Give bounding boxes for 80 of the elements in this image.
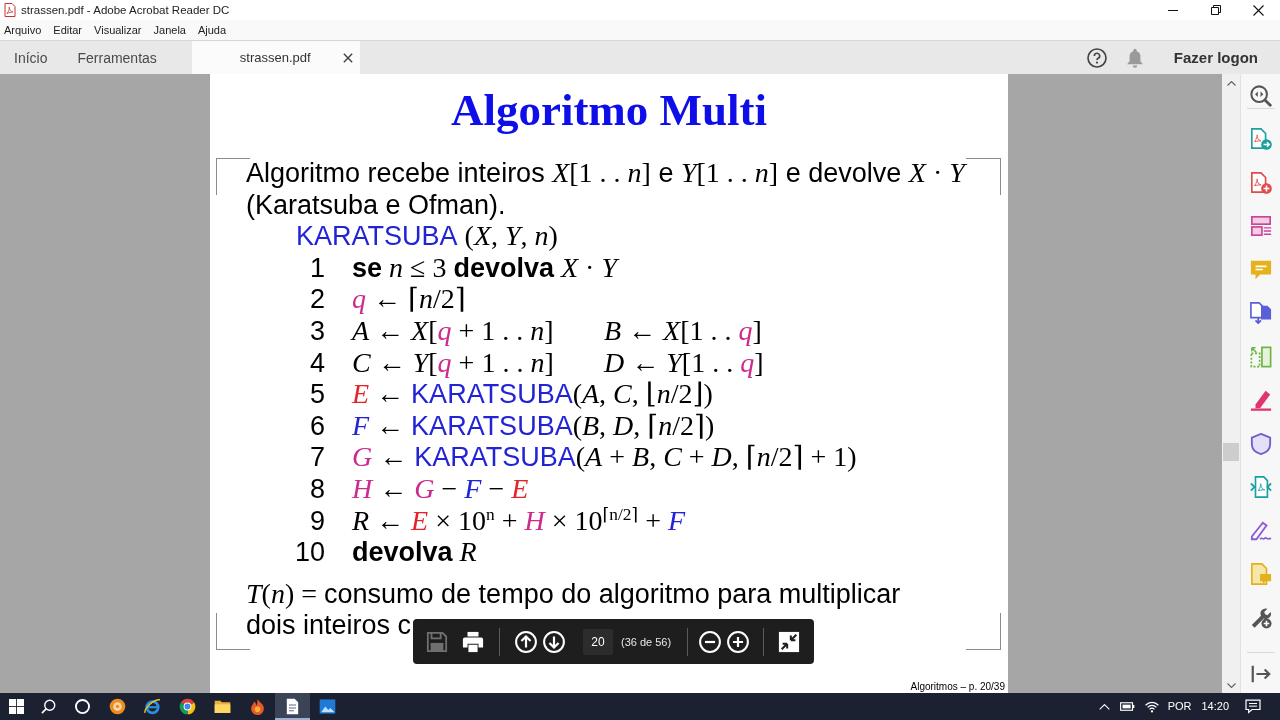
text-line: T(n) = consumo de tempo do algoritmo para multiplicar	[246, 578, 901, 611]
page-number-field[interactable]: 20	[583, 628, 613, 655]
document-plus-icon[interactable]	[1249, 171, 1272, 194]
picture-icon	[319, 698, 336, 715]
search-icon[interactable]	[40, 699, 56, 714]
line-number: 3	[309, 315, 325, 348]
language-indicator[interactable]: POR	[1163, 693, 1196, 720]
line-number: 9	[309, 505, 325, 538]
code-statement: G ← KARATSUBA(A + B, C + D, ⌈n/2⌉ + 1)	[352, 442, 857, 474]
scrollbar[interactable]	[1222, 74, 1240, 693]
slide-title: Algoritmo Multi	[450, 84, 768, 136]
paragraph: Algoritmo recebe inteiros X[1 . . n] e Y[1 . . n] e devolve X · Y (Karatsuba e Ofman).	[246, 158, 966, 222]
procedure-header: KARATSUBA (X, Y, n)	[296, 221, 558, 253]
page-footer: Algoritmos – p. 20/39	[910, 681, 1005, 693]
menu-item[interactable]: Visualizar	[94, 20, 142, 40]
document-arrow-icon[interactable]	[1249, 128, 1272, 150]
tab[interactable]: strassen.pdf	[191, 41, 360, 74]
highlighter-icon[interactable]	[1249, 389, 1272, 411]
line-number: 10	[294, 537, 325, 569]
wheel-icon	[179, 698, 196, 715]
clock[interactable]: 14:20	[1195, 693, 1235, 720]
code-statement: E ← KARATSUBA(A, C, ⌊n/2⌋)	[352, 379, 713, 411]
window-title: strassen.pdf - Adobe Acrobat Reader DC	[21, 3, 230, 18]
circle-icon[interactable]	[74, 699, 90, 714]
arrow-down-icon[interactable]	[543, 630, 565, 653]
tab[interactable]: Início	[0, 41, 64, 74]
arrow-up-icon[interactable]	[515, 630, 537, 653]
restore-icon[interactable]	[1210, 5, 1221, 15]
line-number: 6	[309, 410, 325, 443]
help-icon[interactable]	[1086, 47, 1107, 68]
documents-arrow-icon[interactable]	[1249, 302, 1272, 324]
menu-item[interactable]: Ajuda	[197, 20, 227, 40]
wifi-icon[interactable]	[1144, 700, 1159, 713]
minus-circle-icon[interactable]	[699, 630, 722, 653]
minimize-icon[interactable]	[1167, 9, 1178, 11]
tab[interactable]: Ferramentas	[63, 41, 173, 74]
line-number: 8	[309, 473, 325, 506]
folder-icon	[214, 698, 231, 715]
code-statement: C ← Y[q + 1 . . n]	[352, 347, 554, 380]
text-line: dois inteiros c	[246, 610, 412, 642]
line-number: 1	[309, 252, 325, 285]
windows-logo-icon[interactable]	[8, 699, 24, 714]
code-statement: devolva R	[352, 537, 477, 569]
code-statement: H ← G − F − E	[352, 473, 529, 506]
disc-icon	[109, 698, 126, 715]
close-icon[interactable]	[1253, 4, 1264, 16]
sign-in-button[interactable]: Fazer logon	[1173, 49, 1258, 66]
plus-circle-icon[interactable]	[727, 630, 750, 653]
chevron-down-icon[interactable]	[1226, 683, 1236, 688]
close-icon[interactable]	[342, 52, 353, 63]
code-statement: R ← E × 10$^{n}$ + H × 10$^{⌈n/2⌉}$ + F	[352, 505, 686, 538]
notification-icon[interactable]	[1244, 699, 1261, 714]
code-statement: q ← ⌈n/2⌉	[352, 284, 466, 316]
taskbar-button[interactable]	[275, 693, 310, 720]
document-icon	[284, 698, 301, 715]
menu-item[interactable]: Janela	[153, 20, 186, 40]
pdf-file-icon	[4, 3, 16, 17]
line-number: 4	[309, 347, 325, 380]
code-statement: F ← KARATSUBA(B, D, ⌈n/2⌉)	[352, 410, 715, 443]
shield-icon[interactable]	[1249, 432, 1272, 455]
flame-icon	[249, 698, 266, 715]
menu-item[interactable]: Editar	[53, 20, 83, 40]
magnifier-icon[interactable]	[1249, 85, 1272, 107]
line-number: 7	[309, 442, 325, 474]
code-statement: A ← X[q + 1 . . n]	[352, 315, 554, 348]
menu-item[interactable]: Arquivo	[4, 20, 42, 40]
battery-icon[interactable]	[1120, 702, 1136, 711]
ring-icon	[144, 698, 161, 715]
layout-icon[interactable]	[1249, 215, 1272, 237]
page-count: (36 de 56)	[621, 635, 672, 648]
wrench-plus-icon[interactable]	[1249, 606, 1272, 629]
shrink-icon[interactable]	[778, 630, 801, 653]
line-number: 2	[309, 284, 325, 316]
signature-pen-icon[interactable]	[1249, 519, 1272, 542]
print-icon[interactable]	[462, 630, 484, 653]
code-statement: B ← X[1 . . q]	[604, 315, 762, 348]
scroll-thumb[interactable]	[1223, 443, 1239, 461]
code-statement: D ← Y[1 . . q]	[604, 347, 764, 380]
line-number: 5	[309, 379, 325, 411]
document-arrows-icon[interactable]	[1249, 476, 1272, 498]
